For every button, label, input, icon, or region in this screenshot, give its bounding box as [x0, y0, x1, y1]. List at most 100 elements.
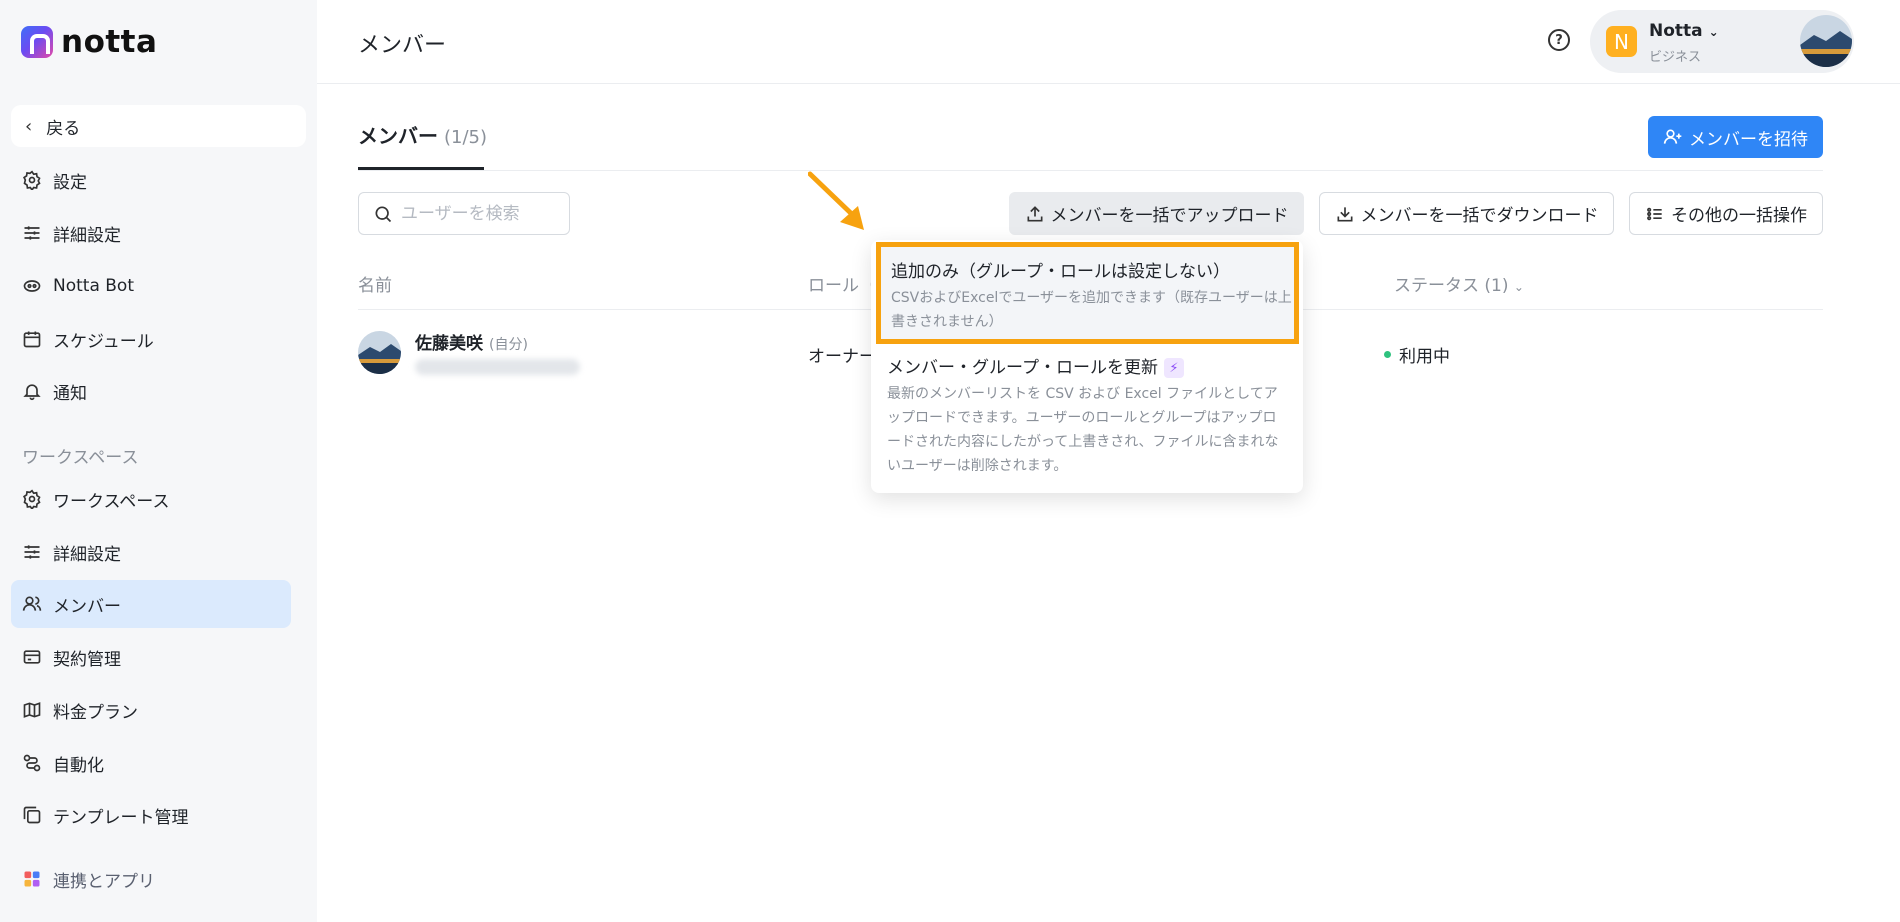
gear-icon — [22, 489, 42, 509]
search-icon — [375, 206, 392, 222]
avatar[interactable] — [1800, 15, 1852, 67]
status-dot — [1384, 351, 1391, 358]
sidebar-item-templates[interactable]: テンプレート管理 — [11, 791, 291, 839]
sidebar-item-ws-advanced[interactable]: 詳細設定 — [11, 528, 291, 576]
help-icon[interactable]: ? — [1548, 29, 1570, 51]
automation-icon — [22, 753, 42, 773]
option-add-only-desc: CSVおよびExcelでユーザーを追加できます（既存ユーザーは上書きされません） — [891, 290, 1292, 330]
invite-member-button[interactable]: メンバーを招待 — [1648, 116, 1823, 158]
sidebar-item-schedule[interactable]: スケジュール — [11, 315, 291, 363]
search-input[interactable] — [401, 203, 551, 224]
tab-count: (1/5) — [444, 127, 488, 148]
column-header-name: 名前 — [358, 276, 392, 296]
sidebar-item-notifications[interactable]: 通知 — [11, 367, 291, 415]
bulk-download-label: メンバーを一括でダウンロード — [1360, 206, 1599, 226]
sliders-icon — [22, 223, 42, 243]
annotation-arrow — [808, 171, 864, 230]
sidebar: notta ‹ 戻る 設定 詳細設定 Notta Bot スケジュール 通知 ワ… — [0, 0, 317, 922]
sidebar-item-pricing[interactable]: 料金プラン — [11, 686, 291, 734]
search-box[interactable] — [358, 192, 570, 235]
chevron-left-icon: ‹ — [25, 115, 33, 137]
notta-logo[interactable]: notta — [21, 24, 158, 60]
sidebar-item-automation[interactable]: 自動化 — [11, 739, 291, 787]
sidebar-item-label: テンプレート管理 — [53, 807, 189, 828]
column-header-role[interactable]: ロール（ — [808, 271, 876, 296]
template-icon — [22, 805, 42, 825]
workspace-name: Notta ⌄ — [1649, 21, 1719, 41]
sidebar-item-integrations[interactable]: 連携とアプリ — [11, 855, 291, 903]
workspace-badge: N — [1606, 26, 1637, 57]
tab-members[interactable]: メンバー (1/5) — [358, 120, 487, 149]
sliders-icon — [22, 542, 42, 562]
sidebar-item-notta-bot[interactable]: Notta Bot — [11, 262, 291, 310]
chevron-down-icon: ⌄ — [1513, 280, 1524, 294]
column-header-status[interactable]: ステータス (1) ⌄ — [1394, 271, 1524, 296]
avatar — [358, 331, 401, 374]
back-button[interactable]: ‹ 戻る — [11, 105, 306, 147]
lightning-icon: ⚡ — [1163, 358, 1184, 378]
sidebar-item-advanced[interactable]: 詳細設定 — [11, 209, 291, 257]
workspace-plan: ビジネス — [1649, 50, 1702, 65]
sidebar-item-members[interactable]: メンバー — [11, 580, 291, 628]
sidebar-item-label: 通知 — [53, 383, 87, 404]
self-tag: (自分) — [489, 337, 528, 353]
member-name-text: 佐藤美咲 — [415, 334, 483, 354]
bulk-upload-button[interactable]: メンバーを一括でアップロード — [1009, 192, 1304, 235]
account-switcher[interactable]: N Notta ⌄ ビジネス — [1590, 10, 1854, 73]
credit-card-icon — [22, 647, 42, 667]
notta-logo-icon — [21, 26, 53, 58]
gear-icon — [22, 170, 42, 190]
other-bulk-ops-button[interactable]: その他の一括操作 — [1629, 192, 1823, 235]
apps-icon — [22, 869, 42, 889]
sidebar-item-contract[interactable]: 契約管理 — [11, 633, 291, 681]
back-label: 戻る — [46, 118, 81, 139]
users-icon — [22, 594, 42, 614]
option-update-title-text: メンバー・グループ・ロールを更新 — [887, 358, 1158, 378]
sidebar-item-label: 連携とアプリ — [53, 871, 155, 892]
sidebar-item-label: Notta Bot — [53, 276, 134, 296]
member-name: 佐藤美咲 (自分) — [415, 329, 528, 354]
option-update-members[interactable]: メンバー・グループ・ロールを更新 ⚡ 最新のメンバーリストを CSV および Ex… — [887, 353, 1287, 478]
top-bar: メンバー ? N Notta ⌄ ビジネス — [317, 0, 1900, 84]
upload-icon — [1027, 205, 1042, 221]
sidebar-item-settings[interactable]: 設定 — [11, 156, 291, 204]
sidebar-item-label: 自動化 — [53, 755, 104, 776]
sidebar-item-label: 料金プラン — [53, 702, 138, 723]
workspace-name-text: Notta — [1649, 21, 1703, 41]
sidebar-item-label: 契約管理 — [53, 649, 121, 670]
option-add-only[interactable]: 追加のみ（グループ・ロールは設定しない） CSVおよびExcelでユーザーを追加… — [876, 242, 1299, 344]
sidebar-item-label: 詳細設定 — [53, 225, 121, 246]
sidebar-item-label: スケジュール — [53, 331, 154, 352]
option-add-only-title: 追加のみ（グループ・ロールは設定しない） — [891, 262, 1230, 282]
bulk-upload-dropdown: 追加のみ（グループ・ロールは設定しない） CSVおよびExcelでユーザーを追加… — [871, 240, 1303, 493]
map-icon — [22, 700, 42, 720]
invite-label: メンバーを招待 — [1689, 129, 1808, 150]
add-user-icon — [1663, 129, 1682, 144]
column-header-status-label: ステータス (1) — [1394, 276, 1509, 296]
member-role[interactable]: オーナー — [808, 342, 876, 367]
bell-icon — [22, 381, 42, 401]
member-email-blurred — [415, 359, 580, 375]
sidebar-item-label: ワークスペース — [53, 491, 170, 512]
option-update-title: メンバー・グループ・ロールを更新 ⚡ — [887, 353, 1287, 378]
member-status: 利用中 — [1384, 342, 1450, 367]
tab-label: メンバー — [358, 124, 438, 148]
bot-icon — [22, 276, 42, 296]
calendar-icon — [22, 329, 42, 349]
option-update-desc: 最新のメンバーリストを CSV および Excel ファイルとしてアップロードで… — [887, 386, 1279, 474]
bulk-download-button[interactable]: メンバーを一括でダウンロード — [1319, 192, 1614, 235]
page-title: メンバー — [358, 33, 447, 58]
sidebar-item-label: 詳細設定 — [53, 544, 121, 565]
other-ops-label: その他の一括操作 — [1671, 206, 1807, 226]
chevron-down-icon: ⌄ — [1708, 25, 1719, 39]
sidebar-item-workspace[interactable]: ワークスペース — [11, 475, 291, 523]
sidebar-item-label: 設定 — [53, 172, 87, 193]
bulk-upload-label: メンバーを一括でアップロード — [1050, 206, 1289, 226]
sidebar-item-label: メンバー — [53, 596, 121, 617]
tab-divider — [358, 170, 1823, 171]
brand-name: notta — [61, 24, 158, 60]
member-status-text: 利用中 — [1399, 347, 1450, 367]
download-icon — [1337, 206, 1352, 221]
workspace-section-label: ワークスペース — [22, 448, 139, 468]
list-icon — [1647, 207, 1662, 220]
